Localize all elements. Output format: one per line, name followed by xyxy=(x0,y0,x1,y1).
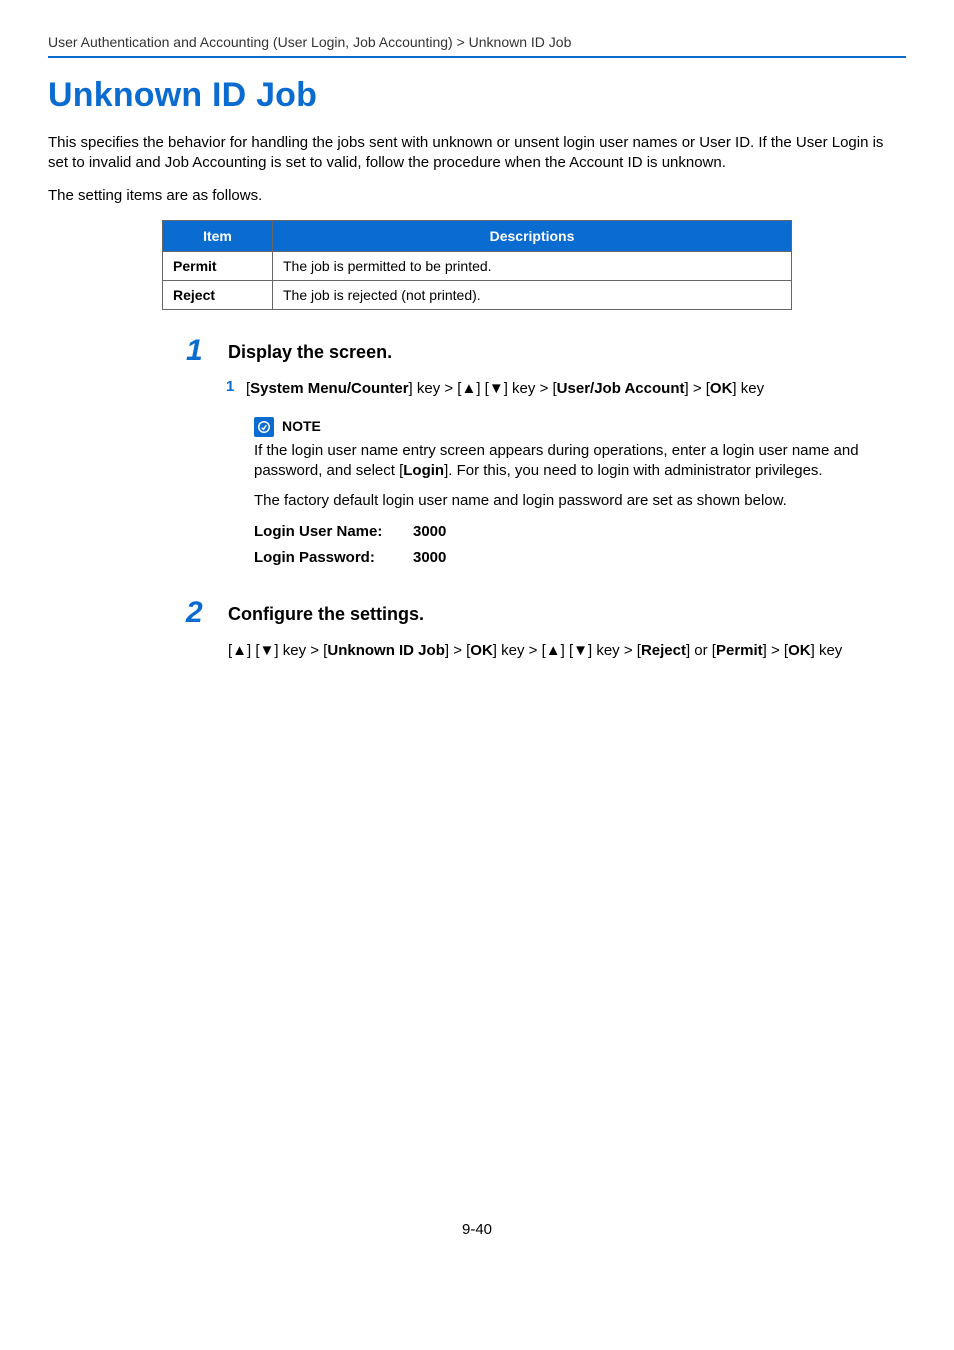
substep-text: [System Menu/Counter] key > [▲] [▼] key … xyxy=(246,378,764,399)
intro-paragraph-1: This specifies the behavior for handling… xyxy=(48,133,906,174)
step-number-2: 2 xyxy=(186,598,228,628)
note-box: NOTE If the login user name entry screen… xyxy=(254,417,886,568)
page-title: Unknown ID Job xyxy=(48,76,906,115)
step-1-header: 1 Display the screen. xyxy=(186,336,906,366)
divider xyxy=(48,56,906,58)
login-password-value: 3000 xyxy=(413,548,446,568)
page-number: 9-40 xyxy=(48,1221,906,1238)
breadcrumb: User Authentication and Accounting (User… xyxy=(48,34,906,50)
step-2-text: [▲] [▼] key > [Unknown ID Job] > [OK] ke… xyxy=(228,640,906,661)
note-label: NOTE xyxy=(282,417,321,436)
table-cell-item: Reject xyxy=(163,280,273,309)
substep-number: 1 xyxy=(226,378,246,395)
table-header-item: Item xyxy=(163,220,273,251)
table-cell-desc: The job is rejected (not printed). xyxy=(273,280,792,309)
table-header-desc: Descriptions xyxy=(273,220,792,251)
login-password-label: Login Password: xyxy=(254,548,399,568)
table-cell-desc: The job is permitted to be printed. xyxy=(273,251,792,280)
step-1-substep-1: 1 [System Menu/Counter] key > [▲] [▼] ke… xyxy=(226,378,906,399)
intro-paragraph-2: The setting items are as follows. xyxy=(48,186,906,206)
table-row: Reject The job is rejected (not printed)… xyxy=(163,280,792,309)
settings-table: Item Descriptions Permit The job is perm… xyxy=(162,220,792,310)
note-body-1: If the login user name entry screen appe… xyxy=(254,441,886,482)
step-1-title: Display the screen. xyxy=(228,342,392,363)
note-body-2: The factory default login user name and … xyxy=(254,491,886,511)
note-icon xyxy=(254,417,274,437)
step-number-1: 1 xyxy=(186,336,228,366)
login-username-value: 3000 xyxy=(413,522,446,542)
login-username-label: Login User Name: xyxy=(254,522,399,542)
step-2-header: 2 Configure the settings. xyxy=(186,598,906,628)
step-2-title: Configure the settings. xyxy=(228,604,424,625)
table-row: Permit The job is permitted to be printe… xyxy=(163,251,792,280)
login-username-row: Login User Name: 3000 xyxy=(254,522,886,542)
table-cell-item: Permit xyxy=(163,251,273,280)
login-password-row: Login Password: 3000 xyxy=(254,548,886,568)
